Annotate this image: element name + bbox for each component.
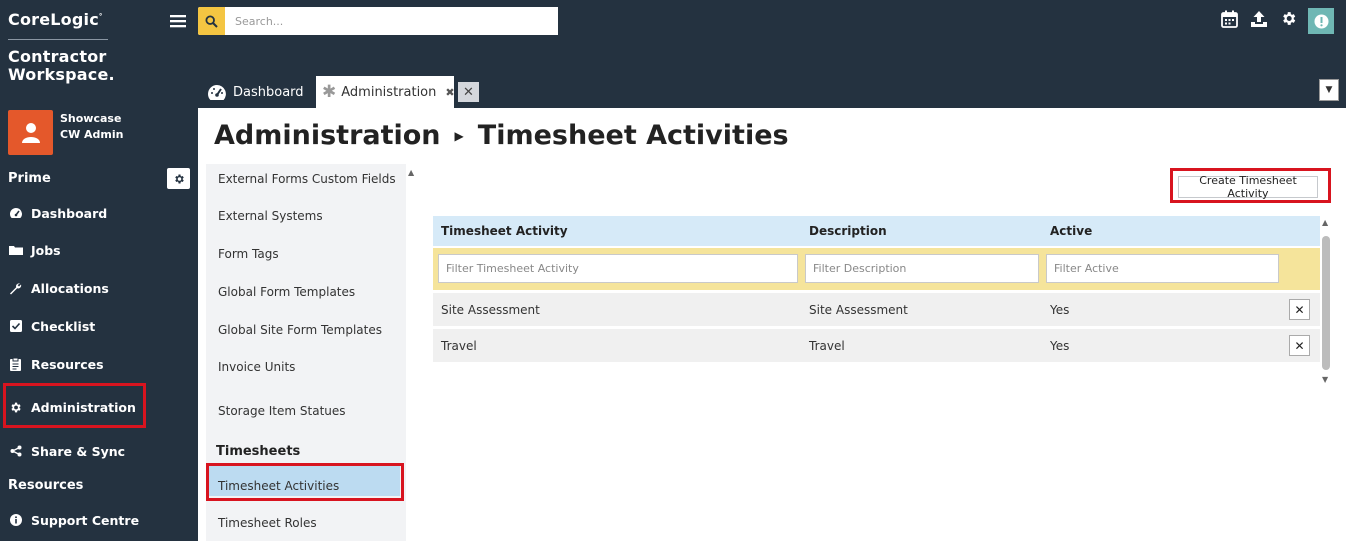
submenu-item-form-tags[interactable]: Form Tags	[218, 247, 279, 261]
calendar-button[interactable]	[1221, 10, 1238, 28]
sidebar: CoreLogic° Contractor Workspace. Showcas…	[0, 0, 198, 541]
close-icon: ✕	[463, 84, 474, 100]
submenu-item-global-site-form-templates[interactable]: Global Site Form Templates	[218, 323, 382, 337]
brand-divider	[8, 39, 108, 40]
delete-row-button[interactable]: ✕	[1289, 299, 1310, 320]
tab-close-icon[interactable]: ✖	[445, 86, 454, 99]
tab-dashboard[interactable]: Dashboard	[207, 76, 304, 108]
tab-administration[interactable]: ✱ Administration ✖	[316, 76, 455, 108]
close-icon: ✕	[1294, 338, 1305, 353]
share-icon	[8, 445, 23, 457]
prime-settings-button[interactable]	[167, 168, 190, 189]
product-name: Contractor Workspace.	[8, 47, 115, 84]
section-prime: Prime	[8, 171, 51, 186]
close-all-tabs-button[interactable]: ✕	[458, 82, 479, 102]
cell-active: Yes	[1050, 338, 1070, 353]
cell-description: Travel	[809, 338, 845, 353]
submenu-item-timesheet-roles[interactable]: Timesheet Roles	[218, 516, 317, 530]
calendar-icon	[1221, 10, 1238, 28]
table-row[interactable]: Site Assessment Site Assessment Yes ✕	[433, 293, 1320, 326]
upload-button[interactable]	[1250, 10, 1268, 28]
cell-description: Site Assessment	[809, 302, 908, 317]
clipboard-icon	[8, 357, 23, 371]
wrench-icon	[8, 282, 23, 295]
grid-filter-row	[433, 248, 1320, 290]
sidebar-item-checklist[interactable]: Checklist	[8, 315, 95, 337]
sidebar-item-jobs[interactable]: Jobs	[8, 239, 61, 261]
column-header-description[interactable]: Description	[809, 216, 887, 246]
notifications-button[interactable]	[1308, 8, 1334, 34]
submenu-section-timesheets: Timesheets	[216, 444, 301, 459]
search-icon	[205, 14, 218, 28]
submenu-item-invoice-units[interactable]: Invoice Units	[218, 360, 295, 374]
section-resources: Resources	[8, 478, 84, 493]
column-header-activity[interactable]: Timesheet Activity	[441, 216, 568, 246]
settings-button[interactable]	[1280, 10, 1297, 27]
timesheet-activities-grid: Timesheet Activity Description Active Si…	[433, 216, 1320, 362]
checkbox-icon	[8, 320, 23, 332]
submenu-item-storage-item-statues[interactable]: Storage Item Statues	[218, 404, 346, 418]
menu-toggle-button[interactable]	[170, 13, 186, 29]
breadcrumb-arrow-icon: ▶	[454, 128, 464, 143]
sidebar-item-resources[interactable]: Resources	[8, 353, 104, 375]
submenu-scroll-up-icon[interactable]: ▲	[408, 168, 414, 177]
submenu-item-external-forms-custom-fields[interactable]: External Forms Custom Fields	[218, 172, 396, 186]
hamburger-icon	[170, 15, 186, 28]
search-button[interactable]	[198, 7, 225, 35]
gauge-icon	[8, 207, 23, 219]
sidebar-item-share-sync[interactable]: Share & Sync	[8, 440, 125, 462]
user-company: Showcase	[60, 112, 122, 125]
avatar[interactable]	[8, 110, 53, 155]
page-title: Administration ▶ Timesheet Activities	[214, 120, 789, 151]
scroll-down-icon[interactable]: ▼	[1322, 375, 1328, 384]
upload-icon	[1251, 11, 1267, 27]
gear-icon	[174, 174, 184, 183]
cell-activity: Site Assessment	[441, 302, 540, 317]
user-name: CW Admin	[60, 128, 124, 141]
administration-highlight	[3, 383, 146, 428]
submenu-item-global-form-templates[interactable]: Global Form Templates	[218, 285, 355, 299]
delete-row-button[interactable]: ✕	[1289, 335, 1310, 356]
cell-active: Yes	[1050, 302, 1070, 317]
search-bar	[198, 7, 558, 35]
user-icon	[21, 122, 40, 143]
brand-logo: CoreLogic°	[8, 10, 103, 29]
tab-list-dropdown[interactable]: ▼	[1319, 79, 1339, 101]
gauge-icon	[208, 85, 226, 100]
sidebar-item-support-centre[interactable]: Support Centre	[8, 509, 139, 531]
grid-scrollbar[interactable]: ▲ ▼	[1319, 218, 1333, 388]
scrollbar-thumb[interactable]	[1322, 236, 1330, 370]
close-icon: ✕	[1294, 302, 1305, 317]
chevron-down-icon: ▼	[1325, 85, 1333, 95]
admin-submenu: External Forms Custom Fields External Sy…	[206, 164, 406, 541]
main-content: Administration ▶ Timesheet Activities Ex…	[198, 108, 1346, 541]
column-header-active[interactable]: Active	[1050, 216, 1092, 246]
sidebar-item-dashboard[interactable]: Dashboard	[8, 202, 107, 224]
filter-active-input[interactable]	[1046, 254, 1279, 283]
alert-icon	[1314, 14, 1328, 28]
table-row[interactable]: Travel Travel Yes ✕	[433, 329, 1320, 362]
filter-description-input[interactable]	[805, 254, 1039, 283]
search-input[interactable]	[225, 7, 558, 35]
filter-activity-input[interactable]	[438, 254, 798, 283]
grid-header: Timesheet Activity Description Active	[433, 216, 1320, 246]
gear-icon	[1283, 12, 1296, 25]
asterisk-icon: ✱	[322, 81, 337, 102]
timesheet-activities-highlight	[206, 463, 404, 501]
cell-activity: Travel	[441, 338, 477, 353]
submenu-item-external-systems[interactable]: External Systems	[218, 209, 323, 223]
sidebar-item-allocations[interactable]: Allocations	[8, 277, 109, 299]
scroll-up-icon[interactable]: ▲	[1322, 218, 1328, 227]
create-button-highlight	[1170, 168, 1331, 203]
folder-icon	[8, 244, 23, 256]
info-icon	[8, 514, 23, 526]
